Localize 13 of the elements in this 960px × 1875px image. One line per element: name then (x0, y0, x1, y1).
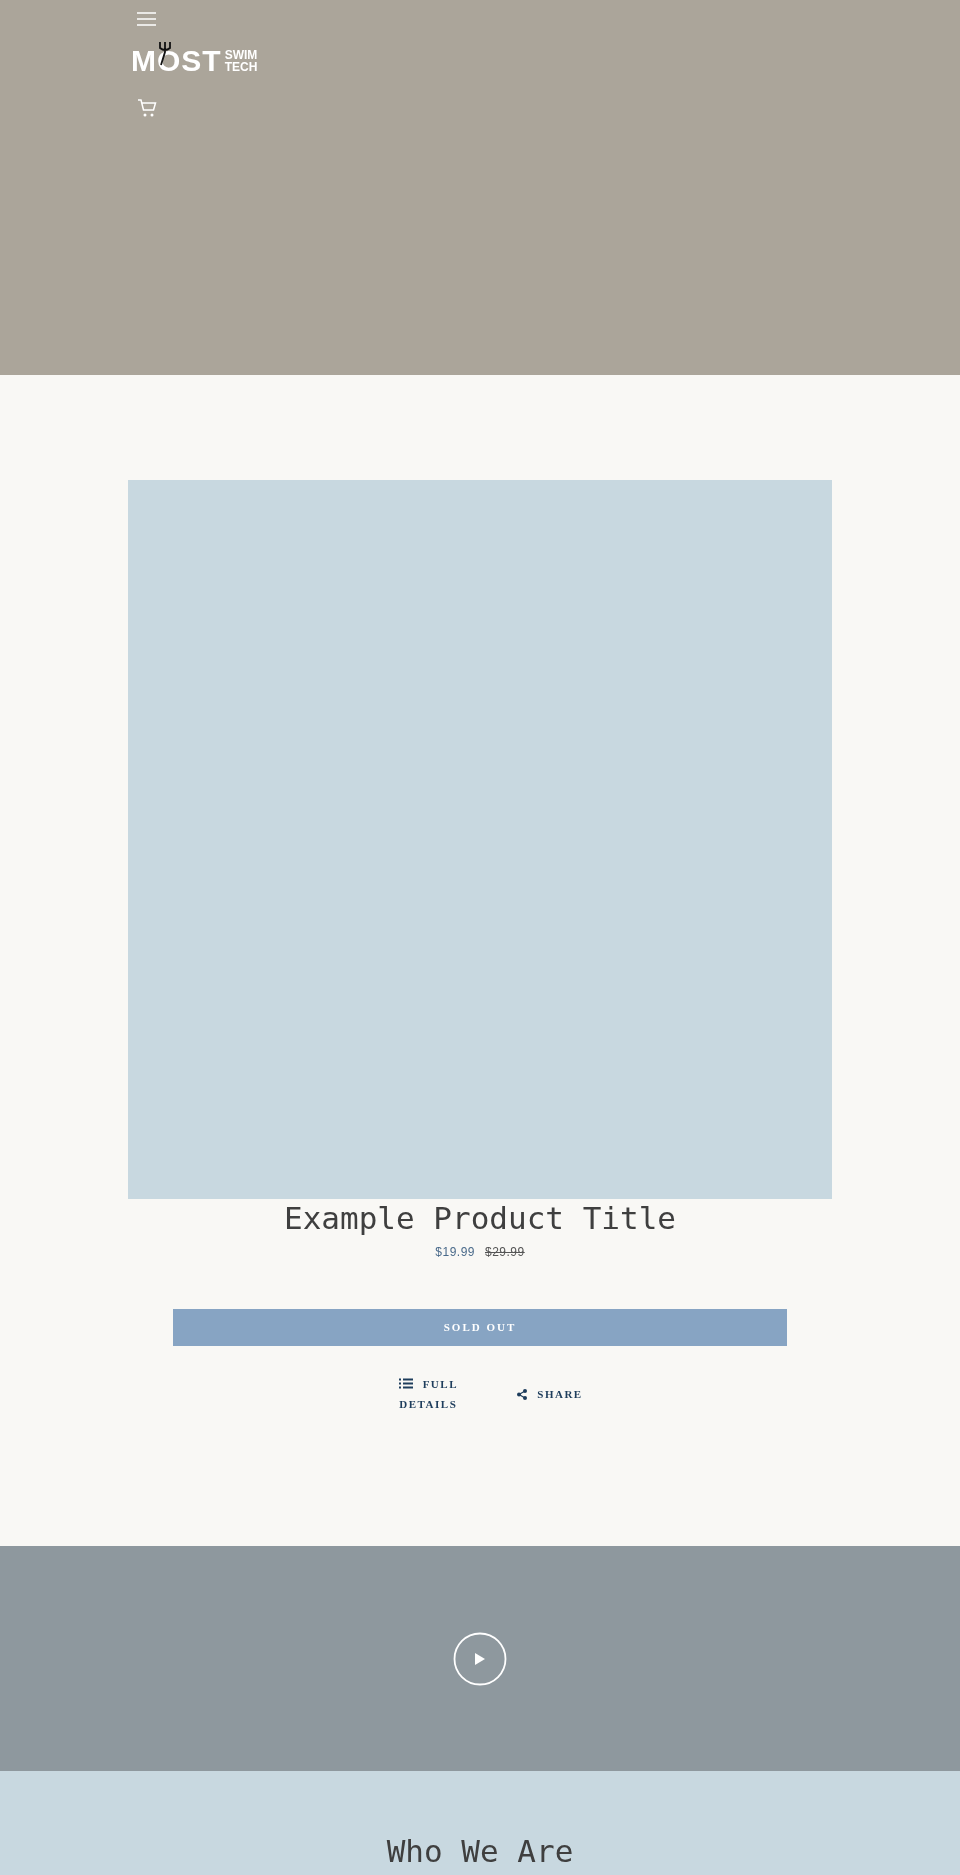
share-link[interactable]: SHARE (517, 1385, 583, 1403)
sale-price: $19.99 (435, 1245, 475, 1259)
product-title: Example Product Title (284, 1200, 676, 1236)
play-icon[interactable] (453, 1631, 507, 1686)
share-icon (517, 1388, 528, 1400)
cart-icon[interactable] (137, 98, 157, 118)
logo-subtext: SWIM (224, 49, 258, 61)
section-title: Who We Are (386, 1832, 574, 1871)
list-icon (398, 1378, 413, 1389)
full-details-link[interactable]: FULL DETAILS (397, 1374, 460, 1414)
original-price: $29.99 (485, 1245, 525, 1259)
logo-subtext: TECH (224, 61, 258, 73)
menu-icon[interactable] (137, 12, 156, 26)
